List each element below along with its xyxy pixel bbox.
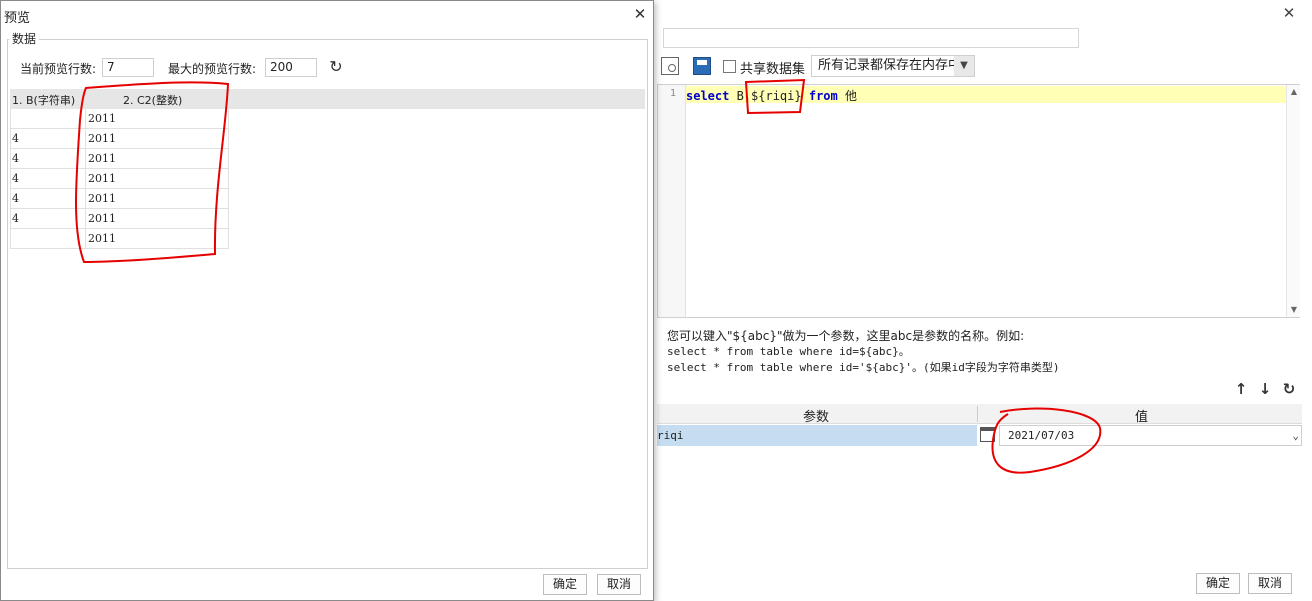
scroll-down-icon[interactable]: ▼	[1287, 303, 1301, 317]
column-header-c2[interactable]: 2. C2(整数)	[123, 92, 182, 108]
preview-icon[interactable]	[661, 57, 679, 75]
cell-c2: 2011	[88, 112, 116, 125]
cell-c2: 2011	[88, 232, 116, 245]
arrow-down-icon[interactable]: ↓	[1257, 380, 1273, 398]
max-rows-label: 最大的预览行数:	[168, 62, 257, 76]
cell-c2: 2011	[88, 132, 116, 145]
dataset-dialog: ✕ 共享数据集 所有记录都保存在内存中 ▼ 1 select B,${riqi}…	[652, 0, 1312, 601]
sql-keyword-from: from	[808, 89, 838, 103]
help-line: select * from table where id=${abc}。	[667, 345, 910, 358]
data-group-label: 数据	[9, 30, 40, 47]
table-row[interactable]: 2011	[10, 229, 229, 249]
ok-button[interactable]: 确定	[543, 574, 587, 595]
parameter-table: 参数 值 riqi 2021/07/03 ⌄	[657, 404, 1302, 446]
table-row[interactable]: 2011	[10, 109, 229, 129]
parameter-help: 您可以键入"${abc}"做为一个参数，这里abc是参数的名称。例如: sele…	[667, 328, 1287, 376]
cell-c2: 2011	[88, 172, 116, 185]
ok-button[interactable]: 确定	[1196, 573, 1240, 594]
column-divider	[977, 406, 978, 422]
sql-keyword-select: select	[686, 89, 730, 103]
parameter-row[interactable]: riqi 2021/07/03 ⌄	[657, 425, 1302, 446]
cancel-button[interactable]: 取消	[1248, 573, 1292, 594]
share-dataset-label: 共享数据集	[740, 62, 806, 77]
storage-mode-value: 所有记录都保存在内存中	[818, 58, 962, 73]
refresh-icon[interactable]: ↻	[327, 58, 345, 76]
sql-editor[interactable]: 1 select B,${riqi} from 他 ▲ ▼	[657, 84, 1300, 318]
dataset-name-input[interactable]	[663, 28, 1079, 48]
table-row[interactable]: 4 2011	[10, 189, 229, 209]
value-column-header: 值	[1135, 410, 1149, 425]
cell-b: 4	[12, 152, 19, 165]
parameter-table-header: 参数 值	[657, 404, 1302, 425]
cell-b: 4	[12, 192, 19, 205]
chevron-down-icon[interactable]: ⌄	[1292, 426, 1299, 445]
sql-text[interactable]: select B,${riqi} from 他	[686, 87, 857, 104]
cell-c2: 2011	[88, 152, 116, 165]
table-row[interactable]: 4 2011	[10, 149, 229, 169]
sql-fields: B,${riqi}	[729, 89, 809, 103]
table-row[interactable]: 4 2011	[10, 169, 229, 189]
refresh-icon[interactable]: ↻	[1281, 380, 1297, 398]
param-name-cell[interactable]: riqi	[657, 425, 977, 446]
close-icon[interactable]: ✕	[1280, 4, 1298, 22]
preview-grid: 2011 4 2011 4 2011 4 2011 4 2011 4 2011 …	[10, 109, 229, 249]
cell-b: 4	[12, 172, 19, 185]
cancel-button[interactable]: 取消	[597, 574, 641, 595]
save-icon[interactable]	[693, 57, 711, 75]
preview-dialog: 预览 ✕ 数据 当前预览行数: 7 最大的预览行数: 200 ↻ 1. B(字符…	[0, 0, 654, 601]
arrow-up-icon[interactable]: ↑	[1233, 380, 1249, 398]
cell-b: 4	[12, 132, 19, 145]
param-column-header: 参数	[803, 410, 830, 425]
preview-grid-header: 1. B(字符串) 2. C2(整数)	[10, 89, 645, 109]
param-value-text: 2021/07/03	[1008, 429, 1075, 442]
cell-c2: 2011	[88, 192, 116, 205]
table-row[interactable]: 4 2011	[10, 129, 229, 149]
line-number: 1	[669, 88, 676, 99]
help-line: 您可以键入"${abc}"做为一个参数，这里abc是参数的名称。例如:	[667, 329, 1025, 343]
line-gutter	[658, 85, 686, 317]
table-row[interactable]: 4 2011	[10, 209, 229, 229]
current-rows-input[interactable]: 7	[102, 58, 154, 77]
share-dataset-checkbox[interactable]	[723, 60, 736, 73]
close-icon[interactable]: ✕	[631, 5, 649, 23]
sql-toolbar: 共享数据集 所有记录都保存在内存中 ▼	[657, 53, 1297, 79]
column-header-b[interactable]: 1. B(字符串)	[12, 92, 75, 108]
sql-table: 他	[837, 89, 857, 103]
help-line: select * from table where id='${abc}'。(如…	[667, 361, 1060, 374]
param-value-input[interactable]: 2021/07/03 ⌄	[999, 425, 1302, 446]
calendar-icon[interactable]	[980, 427, 995, 442]
vertical-scrollbar[interactable]: ▲ ▼	[1286, 85, 1300, 317]
dialog-title: 预览	[4, 11, 31, 26]
chevron-down-icon[interactable]: ▼	[954, 56, 974, 76]
cell-c2: 2011	[88, 212, 116, 225]
current-rows-label: 当前预览行数:	[20, 62, 97, 76]
storage-mode-select[interactable]: 所有记录都保存在内存中 ▼	[811, 55, 975, 77]
scroll-up-icon[interactable]: ▲	[1287, 85, 1301, 99]
cell-b: 4	[12, 212, 19, 225]
max-rows-input[interactable]: 200	[265, 58, 317, 77]
parameter-toolbar: ↑ ↓ ↻	[1233, 380, 1303, 400]
